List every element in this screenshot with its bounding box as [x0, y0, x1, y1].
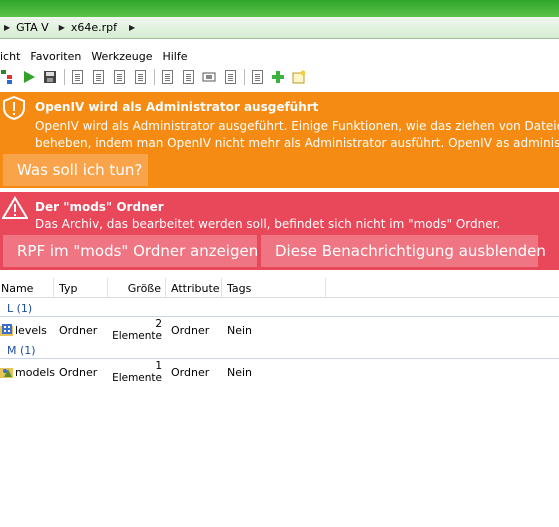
edit-icon[interactable] [69, 69, 85, 85]
menu-item-tools[interactable]: Werkzeuge [91, 50, 152, 63]
hide-notification-button[interactable]: Diese Benachrichtigung ausblenden [261, 235, 546, 267]
tree-icon[interactable] [0, 69, 16, 85]
admin-notice-line: beheben, indem man OpenIV nicht mehr als… [35, 136, 559, 150]
menu-item-favorites[interactable]: Favoriten [30, 50, 81, 63]
add-icon[interactable] [270, 69, 286, 85]
breadcrumb-separator-icon[interactable]: ▶ [4, 23, 10, 32]
toolbar [0, 66, 559, 88]
tags-cell: Nein [227, 365, 253, 379]
menu-item-view[interactable]: icht [0, 50, 20, 63]
group-header[interactable]: M (1) [0, 344, 559, 360]
attribute-cell: Ordner [171, 365, 210, 379]
name-cell: models [0, 365, 55, 379]
size-cell: 1 Elemente [112, 360, 162, 384]
file-name: models [15, 365, 55, 379]
admin-notice-text: OpenIV wird als Administrator ausgeführt… [35, 118, 559, 152]
menu-bar: icht Favoriten Werkzeuge Hilfe [0, 47, 559, 65]
text-doc-icon[interactable] [111, 69, 127, 85]
column-header-size[interactable]: Größe [108, 278, 166, 298]
attribute-cell: Ordner [171, 323, 210, 337]
breadcrumb-separator-icon[interactable]: ▶ [59, 23, 65, 32]
group-divider [0, 316, 559, 317]
menu-item-help[interactable]: Hilfe [162, 50, 187, 63]
name-cell: levels [0, 324, 54, 337]
column-header-name[interactable]: Name [0, 278, 54, 298]
column-header-attributes[interactable]: Attribute [166, 278, 222, 298]
table-row[interactable]: levels Ordner 2 Elemente Ordner Nein [0, 318, 559, 342]
breadcrumb: ▶ GTA V ▶ x64e.rpf ▶ [0, 17, 559, 39]
group-header[interactable]: L (1) [0, 302, 559, 318]
column-header-tags[interactable]: Tags [222, 278, 326, 298]
admin-notice-line: OpenIV wird als Administrator ausgeführt… [35, 119, 559, 133]
tags-cell: Nein [227, 323, 253, 337]
folder-levels-icon [0, 324, 14, 336]
folder-models-icon [0, 366, 14, 378]
new-doc-icon[interactable] [249, 69, 265, 85]
save-icon[interactable] [42, 69, 58, 85]
group-label: M (1) [7, 344, 40, 357]
import-icon[interactable] [159, 69, 175, 85]
show-in-mods-folder-button[interactable]: RPF im "mods" Ordner anzeigen [3, 235, 258, 267]
file-name: levels [15, 323, 47, 337]
what-should-i-do-button[interactable]: Was soll ich tun? [3, 154, 148, 186]
type-cell: Ordner [59, 323, 98, 337]
export-icon[interactable] [180, 69, 196, 85]
size-cell: 2 Elemente [112, 318, 162, 342]
rebuild-icon[interactable] [222, 69, 238, 85]
window-title-bar [0, 0, 559, 17]
new-folder-icon[interactable] [291, 69, 307, 85]
texture-icon[interactable] [132, 69, 148, 85]
group-divider [0, 358, 559, 359]
toolbar-separator [154, 69, 155, 85]
file-list-header: Name Typ Größe Attribute Tags [0, 278, 559, 298]
breadcrumb-item-gta-v[interactable]: GTA V [16, 21, 49, 34]
warning-triangle-icon [1, 196, 29, 223]
breadcrumb-separator-icon[interactable]: ▶ [129, 23, 135, 32]
table-row[interactable]: models Ordner 1 Elemente Ordner Nein [0, 360, 559, 384]
admin-notice-title: OpenIV wird als Administrator ausgeführt [35, 100, 319, 114]
group-label: L (1) [7, 302, 37, 315]
mods-notice-title: Der "mods" Ordner [35, 200, 164, 214]
breadcrumb-item-archive[interactable]: x64e.rpf [71, 21, 117, 34]
play-icon[interactable] [21, 69, 37, 85]
info-shield-icon [2, 95, 26, 123]
replace-icon[interactable] [201, 69, 217, 85]
toolbar-separator [244, 69, 245, 85]
mods-notice-text: Das Archiv, das bearbeitet werden soll, … [35, 217, 501, 231]
column-header-type[interactable]: Typ [54, 278, 108, 298]
type-cell: Ordner [59, 365, 98, 379]
toolbar-separator [64, 69, 65, 85]
search-doc-icon[interactable] [90, 69, 106, 85]
